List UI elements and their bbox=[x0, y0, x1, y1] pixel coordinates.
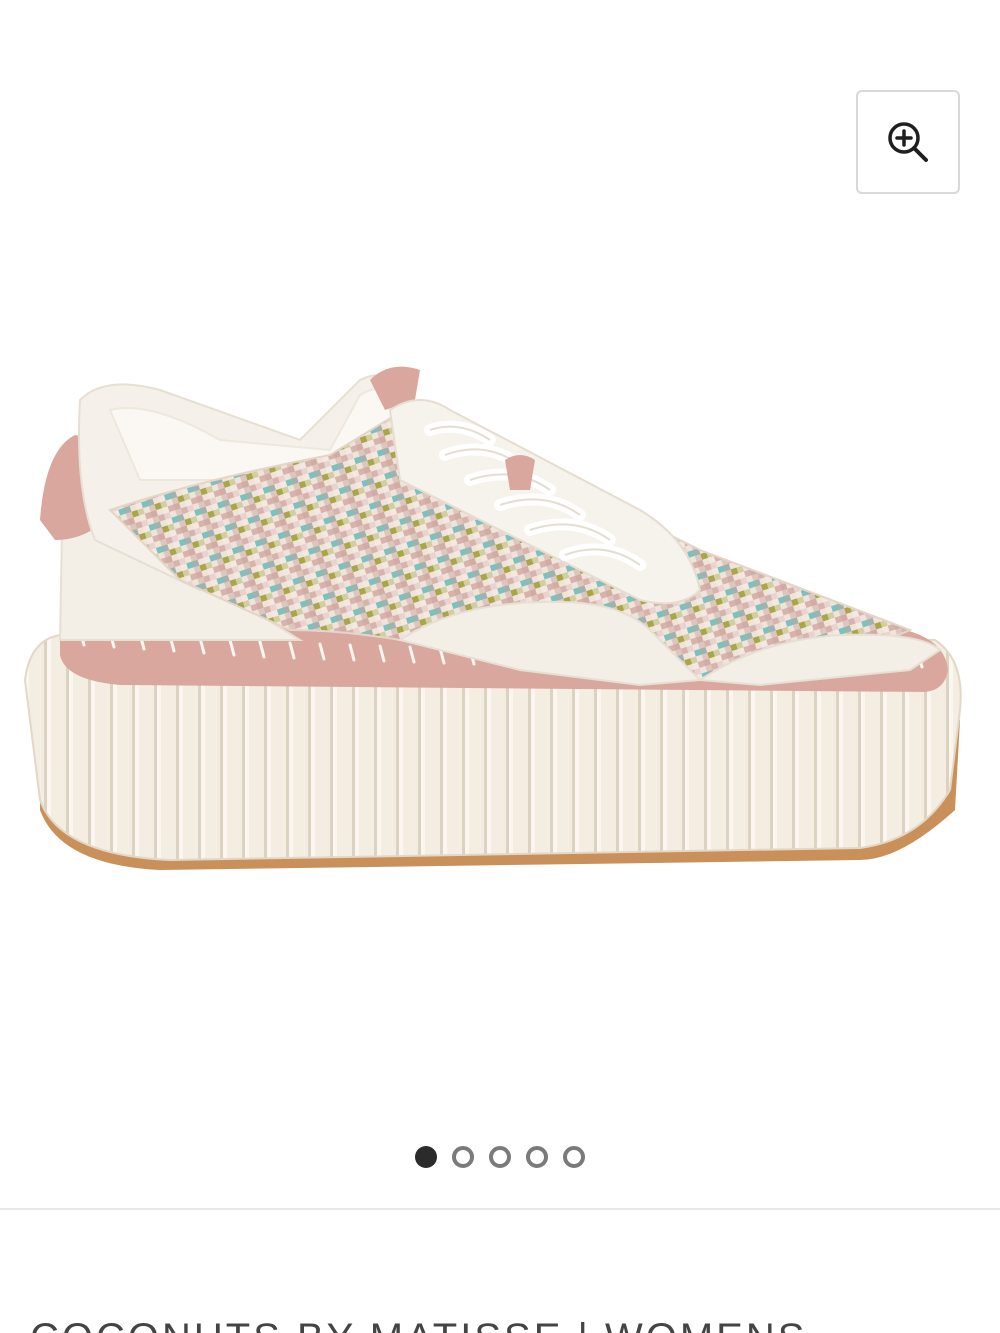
gallery-dot-3[interactable] bbox=[489, 1146, 511, 1168]
gallery-dot-4[interactable] bbox=[526, 1146, 548, 1168]
zoom-button[interactable] bbox=[856, 90, 960, 194]
section-divider bbox=[0, 1208, 1000, 1210]
product-image-gallery[interactable] bbox=[0, 0, 1000, 1208]
gallery-dot-5[interactable] bbox=[563, 1146, 585, 1168]
product-brand-line[interactable]: COCONUTS BY MATISSE | WOMENS bbox=[30, 1318, 807, 1333]
gallery-pagination bbox=[0, 1146, 1000, 1168]
product-image[interactable] bbox=[0, 340, 1000, 880]
gallery-dot-2[interactable] bbox=[452, 1146, 474, 1168]
zoom-in-icon bbox=[888, 122, 928, 162]
gallery-dot-1[interactable] bbox=[415, 1146, 437, 1168]
product-page: COCONUTS BY MATISSE | WOMENS bbox=[0, 0, 1000, 1333]
